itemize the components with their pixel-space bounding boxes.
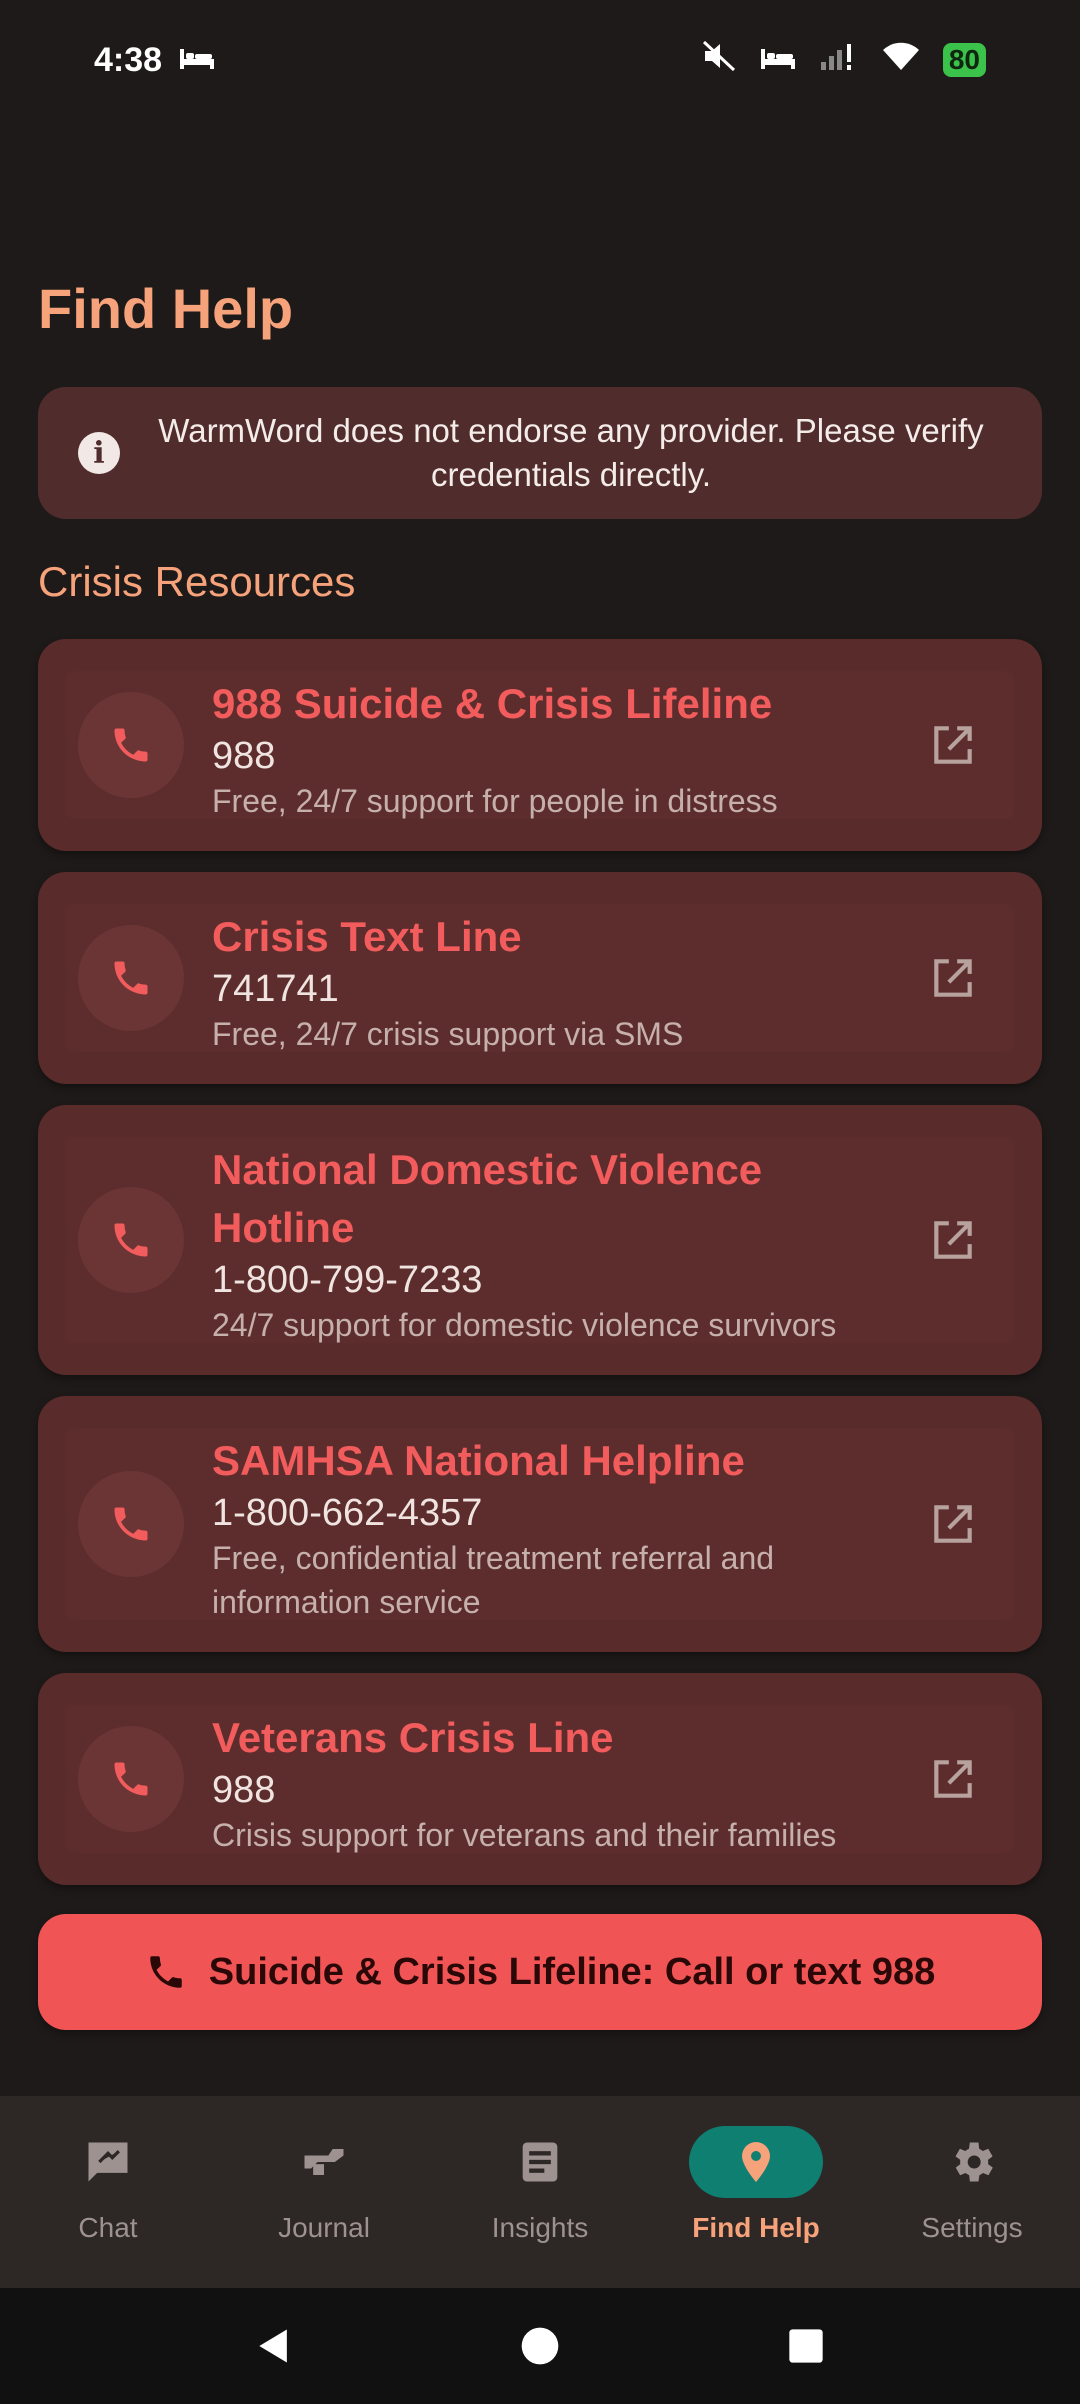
page-title: Find Help [38, 277, 294, 340]
resource-card[interactable]: SAMHSA National Helpline 1-800-662-4357 … [38, 1396, 1042, 1652]
cta-label: Suicide & Crisis Lifeline: Call or text … [208, 1950, 936, 1993]
resource-name: National Domestic Violence Hotline [212, 1146, 763, 1251]
resource-description: Free, 24/7 crisis support via SMS [212, 1016, 684, 1052]
info-icon: i [78, 432, 120, 474]
phone-icon [78, 925, 184, 1031]
open-external-icon[interactable] [928, 1215, 978, 1265]
gear-icon [905, 2126, 1039, 2198]
open-external-icon[interactable] [928, 1499, 978, 1549]
nav-label: Chat [78, 2212, 138, 2243]
section-title: Crisis Resources [38, 558, 356, 605]
nav-label: Find Help [692, 2212, 820, 2243]
phone-icon [78, 1471, 184, 1577]
phone-icon [78, 692, 184, 798]
resource-description: 24/7 support for domestic violence survi… [212, 1307, 837, 1343]
journal-icon [257, 2126, 391, 2198]
resource-card[interactable]: National Domestic Violence Hotline 1-800… [38, 1105, 1042, 1375]
nav-label: Settings [921, 2212, 1023, 2243]
bed-icon [759, 41, 797, 80]
resource-description: Free, 24/7 support for people in distres… [212, 783, 778, 819]
resource-card[interactable]: Veterans Crisis Line 988 Crisis support … [38, 1673, 1042, 1885]
phone-icon [78, 1726, 184, 1832]
resource-number: 741741 [212, 968, 339, 1010]
resource-card[interactable]: 988 Suicide & Crisis Lifeline 988 Free, … [38, 639, 1042, 851]
resource-number: 1-800-799-7233 [212, 1259, 483, 1301]
home-circle-icon [521, 2327, 559, 2365]
resource-description: Free, confidential treatment referral an… [212, 1540, 775, 1620]
disclaimer-notice: i WarmWord does not endorse any provider… [38, 387, 1042, 519]
bottom-navigation: Chat Journal Insights Find Help Settings [0, 2096, 1080, 2288]
nav-item-settings[interactable]: Settings [864, 2096, 1080, 2288]
bed-icon [178, 41, 216, 80]
call-lifeline-button[interactable]: Suicide & Crisis Lifeline: Call or text … [38, 1914, 1042, 2030]
resource-card[interactable]: Crisis Text Line 741741 Free, 24/7 crisi… [38, 872, 1042, 1084]
back-button[interactable] [141, 2324, 407, 2368]
back-triangle-icon [259, 2329, 287, 2363]
phone-icon [78, 1187, 184, 1293]
resource-name: Veterans Crisis Line [212, 1714, 614, 1761]
signal-icon [819, 40, 859, 81]
system-navigation-bar [0, 2288, 1080, 2404]
recents-button[interactable] [673, 2326, 939, 2366]
nav-item-insights[interactable]: Insights [432, 2096, 648, 2288]
nav-label: Journal [278, 2212, 370, 2243]
wifi-icon [881, 40, 921, 81]
home-button[interactable] [407, 2324, 673, 2368]
mute-icon [701, 39, 737, 82]
chat-icon [41, 2126, 175, 2198]
nav-item-journal[interactable]: Journal [216, 2096, 432, 2288]
location-pin-icon [689, 2126, 823, 2198]
status-bar: 4:38 80 [0, 0, 1080, 120]
notice-text: WarmWord does not endorse any provider. … [158, 412, 984, 493]
open-external-icon[interactable] [928, 720, 978, 770]
open-external-icon[interactable] [928, 1754, 978, 1804]
battery-indicator: 80 [942, 43, 986, 77]
recents-square-icon [789, 2329, 823, 2363]
resource-number: 988 [212, 735, 276, 777]
nav-item-find-help[interactable]: Find Help [648, 2096, 864, 2288]
open-external-icon[interactable] [928, 953, 978, 1003]
phone-icon [150, 1956, 182, 1988]
status-time: 4:38 [94, 40, 163, 79]
resource-description: Crisis support for veterans and their fa… [212, 1817, 837, 1853]
nav-label: Insights [491, 2212, 589, 2243]
resource-name: Crisis Text Line [212, 913, 522, 960]
resource-name: 988 Suicide & Crisis Lifeline [212, 680, 773, 727]
resource-name: SAMHSA National Helpline [212, 1437, 745, 1484]
insights-icon [473, 2126, 607, 2198]
resource-number: 1-800-662-4357 [212, 1492, 483, 1534]
resource-number: 988 [212, 1769, 276, 1811]
nav-item-chat[interactable]: Chat [0, 2096, 216, 2288]
